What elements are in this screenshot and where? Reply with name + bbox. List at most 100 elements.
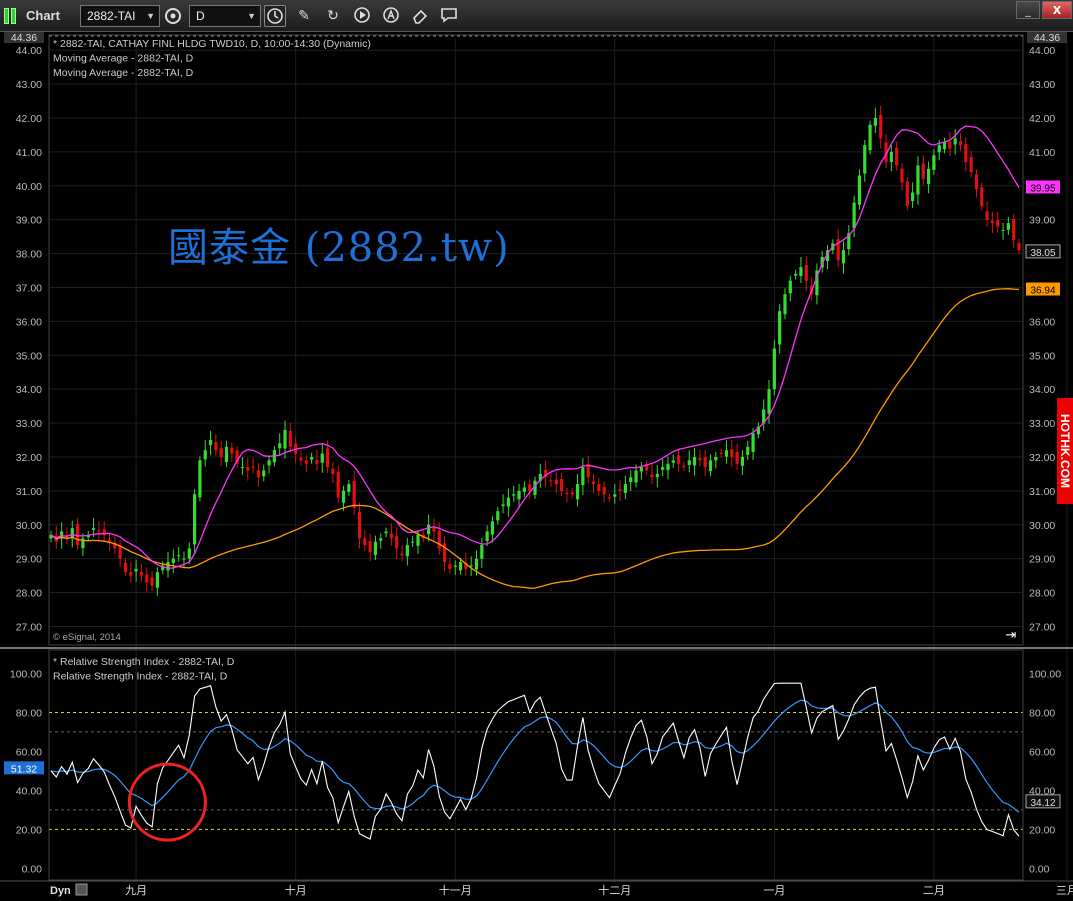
candle-body xyxy=(278,443,282,449)
candle-body xyxy=(437,530,441,549)
price-tick-left: 28.00 xyxy=(16,588,42,600)
price-tick-left: 42.00 xyxy=(16,113,42,125)
price-tick-left: 30.00 xyxy=(16,520,42,532)
candle-body xyxy=(150,577,154,586)
candle-body xyxy=(474,558,479,570)
candle-body xyxy=(336,471,340,498)
candle-body xyxy=(288,430,292,447)
candle-body xyxy=(230,447,234,454)
symbol-value: 2882-TAI xyxy=(87,9,136,23)
candle-body xyxy=(916,165,920,195)
refresh-icon[interactable]: ↻ xyxy=(322,5,344,27)
candle-body xyxy=(506,497,511,507)
rsi-tick-right: 20.00 xyxy=(1029,824,1055,836)
candle-body xyxy=(958,141,963,146)
candle-body xyxy=(528,484,532,491)
time-tick-label: 二月 xyxy=(923,884,945,897)
price-tick-right: 29.00 xyxy=(1029,554,1055,566)
candle-body xyxy=(256,470,261,478)
minimize-button[interactable]: _ xyxy=(1016,1,1040,19)
price-tick-left: 36.00 xyxy=(16,316,42,328)
candle-body xyxy=(522,487,526,492)
candle-body xyxy=(549,480,553,482)
price-tick-left: 27.00 xyxy=(16,621,42,633)
settings-gear-icon[interactable] xyxy=(162,5,184,27)
candle-body xyxy=(341,490,346,503)
candle-body xyxy=(1006,223,1010,230)
candle-body xyxy=(171,558,175,564)
close-button[interactable]: X xyxy=(1042,1,1072,19)
candle-body xyxy=(251,466,255,468)
candle-body xyxy=(246,467,250,471)
rsi-tick-right: 100.00 xyxy=(1029,668,1061,680)
rsi-tick-left: 100.00 xyxy=(10,668,42,680)
price-tick-right: 31.00 xyxy=(1029,486,1055,498)
price-tick-left: 41.00 xyxy=(16,147,42,159)
price-legend: Moving Average - 2882-TAI, D xyxy=(53,53,194,65)
candle-body xyxy=(177,555,181,557)
eraser-icon[interactable] xyxy=(409,5,431,27)
time-tick-label: 九月 xyxy=(125,884,147,897)
candle-body xyxy=(469,565,473,567)
candle-body xyxy=(129,572,133,576)
candle-body xyxy=(97,530,101,532)
candle-body xyxy=(75,524,80,546)
candle-body xyxy=(895,147,899,166)
candle-body xyxy=(299,457,303,461)
rsi-legend: * Relative Strength Index - 2882-TAI, D xyxy=(53,656,235,668)
price-tick-right: 44.00 xyxy=(1029,45,1055,57)
candle-body xyxy=(857,175,862,205)
candle-body xyxy=(953,138,957,145)
interval-select[interactable]: D ▼ xyxy=(189,5,261,27)
candle-body xyxy=(203,450,207,460)
candle-body xyxy=(310,456,314,460)
price-tick-left: 31.00 xyxy=(16,486,42,498)
scroll-to-end-icon[interactable]: ⇥ xyxy=(1003,628,1019,644)
candle-body xyxy=(501,504,505,507)
candle-body xyxy=(597,484,601,491)
candle-body xyxy=(655,473,659,478)
symbol-select[interactable]: 2882-TAI ▼ xyxy=(80,5,160,27)
candle-body xyxy=(767,389,771,414)
candle-body xyxy=(661,467,665,470)
interval-value: D xyxy=(196,9,205,23)
clock-icon[interactable] xyxy=(264,5,286,27)
price-tick-right: 42.00 xyxy=(1029,113,1055,125)
candle-body xyxy=(708,460,713,472)
price-tick-left: 29.00 xyxy=(16,554,42,566)
candle-body xyxy=(677,455,681,464)
candle-body xyxy=(427,524,431,535)
candle-body xyxy=(347,484,351,492)
price-tick-left: 32.00 xyxy=(16,452,42,464)
candle-body xyxy=(379,538,383,541)
candle-body xyxy=(208,440,213,446)
time-tick-label: 十一月 xyxy=(439,883,472,897)
side-watermark: HOTHK.COM xyxy=(1057,398,1073,504)
candle-body xyxy=(368,541,372,552)
candle-body xyxy=(868,124,872,151)
time-tick-label: 一月 xyxy=(763,884,785,897)
candle-body xyxy=(937,145,941,153)
play-icon[interactable] xyxy=(351,5,373,27)
comment-icon[interactable] xyxy=(438,5,460,27)
chevron-down-icon: ▼ xyxy=(146,11,155,21)
candle-body xyxy=(735,451,739,464)
candle-body xyxy=(996,220,1000,227)
candle-body xyxy=(703,457,707,468)
pencil-icon[interactable]: ✎ xyxy=(293,5,315,27)
dyn-label: Dyn xyxy=(50,885,71,897)
alert-icon[interactable] xyxy=(380,5,402,27)
time-tick-label: 十二月 xyxy=(598,883,631,897)
candle-body xyxy=(240,467,245,469)
price-label: 38.05 xyxy=(1030,248,1055,259)
chart-canvas[interactable]: 27.00 27.00 28.00 28.00 29.00 29.00 30.00 30.00… xyxy=(0,32,1073,901)
candle-body xyxy=(145,574,149,583)
candle-body xyxy=(900,168,904,183)
candle-body xyxy=(331,469,335,474)
candle-body xyxy=(634,470,638,483)
rsi-label: 51.32 xyxy=(11,763,37,775)
top-value-left: 44.36 xyxy=(11,32,37,44)
candle-body xyxy=(214,442,218,451)
price-tick-right: 34.00 xyxy=(1029,384,1055,396)
candle-body xyxy=(746,446,750,455)
